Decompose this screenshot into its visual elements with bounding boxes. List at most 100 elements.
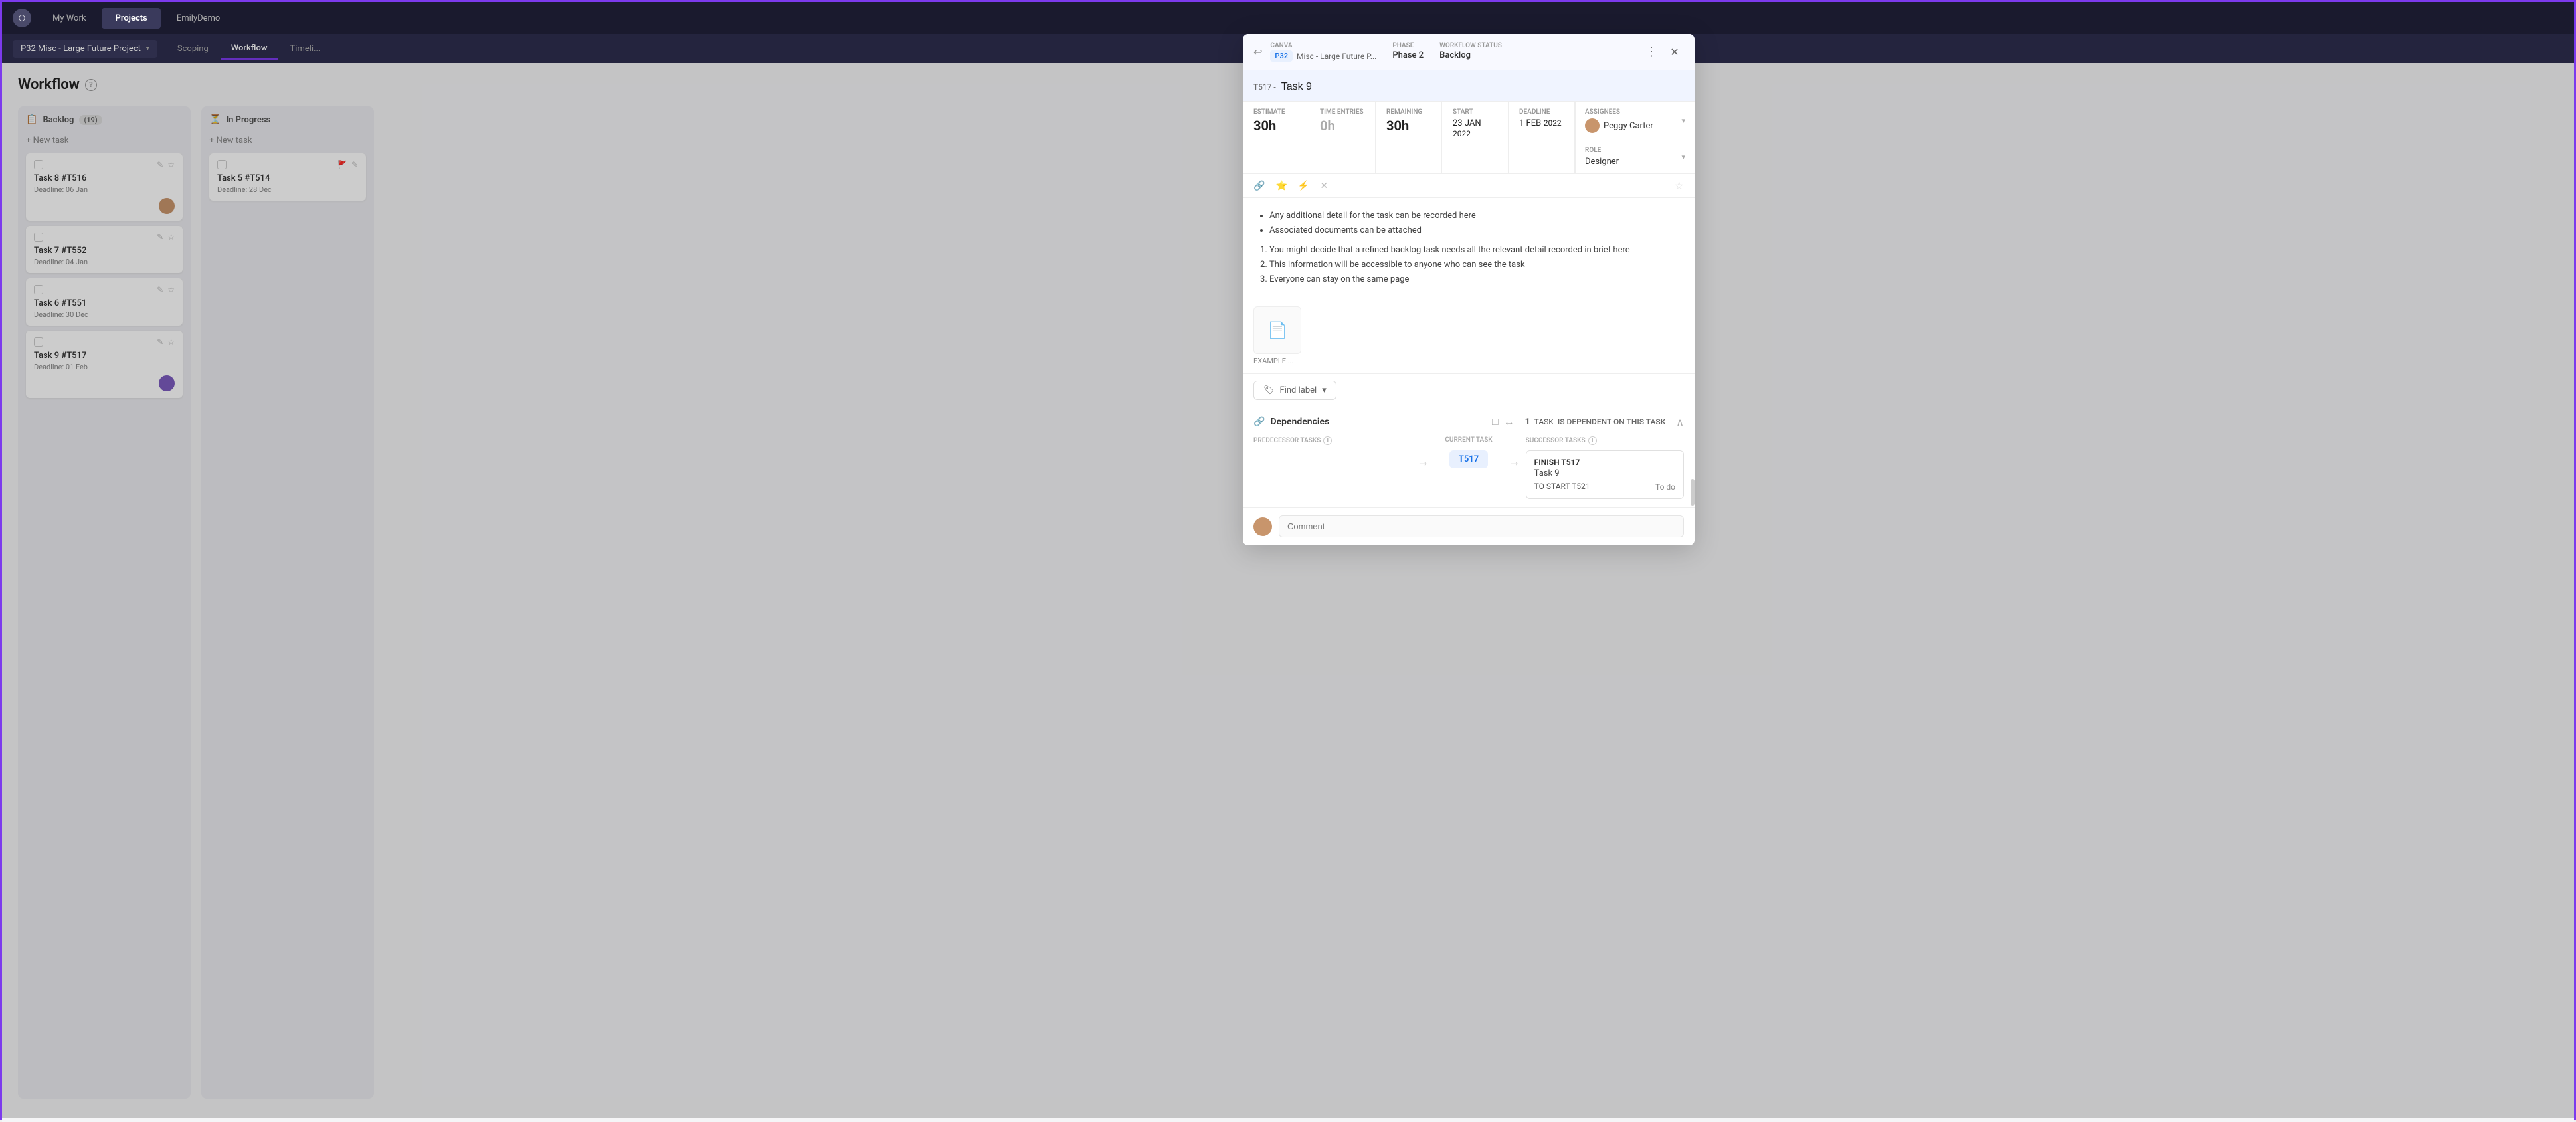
assignee-label: ASSIGNEES [1585, 108, 1653, 116]
workflow-status-label: WORKFLOW STATUS [1439, 42, 1502, 49]
dep-is-dependent-label: IS DEPENDENT ON THIS TASK [1558, 417, 1665, 426]
dep-current-col: CURRENT TASK T517 [1434, 436, 1503, 468]
stat-estimate: ESTIMATE 30h [1243, 102, 1309, 173]
stat-start-date-bold: 23 JAN [1453, 118, 1481, 128]
successor-relation: TO START T521 [1534, 482, 1590, 491]
attachment-section: 📄 EXAMPLE ... [1243, 298, 1695, 374]
header-field-phase: PHASE Phase 2 [1392, 42, 1424, 62]
stat-remaining-value: 30h [1386, 118, 1431, 134]
attachment-icon: 📄 [1267, 321, 1287, 339]
dep-predecessor-col: PREDECESSOR TASKS i [1253, 436, 1412, 450]
task-title-input[interactable] [1281, 78, 1684, 96]
p32-badge: P32 [1270, 50, 1293, 62]
assignee-block: ASSIGNEES Peggy Carter ▾ [1576, 102, 1695, 140]
desc-item-3: Everyone can stay on the same page [1269, 272, 1681, 287]
dep-add-icons: □ ↔ [1492, 415, 1515, 428]
action-bar: 🔗 ⭐ ⚡ ✕ ☆ [1243, 174, 1695, 198]
dep-header: 🔗 Dependencies □ ↔ 1 TASK IS DEPENDENT O… [1253, 415, 1684, 428]
assignee-value: Peggy Carter [1585, 118, 1653, 133]
action-icon-star[interactable]: ⭐ [1275, 181, 1287, 191]
dep-title: 🔗 Dependencies [1253, 417, 1329, 427]
description-text: Any additional detail for the task can b… [1256, 209, 1681, 287]
task-id-badge: T517 - [1253, 82, 1276, 92]
logo-icon: ⬡ [19, 13, 25, 23]
action-bar-favorite[interactable]: ☆ [1675, 179, 1684, 192]
role-label: ROLE [1585, 147, 1619, 154]
stat-time-entries: TIME ENTRIES 0h [1309, 102, 1376, 173]
task-title-row: T517 - [1243, 70, 1695, 102]
action-icon-bolt[interactable]: ⚡ [1298, 181, 1309, 191]
modal-header-left: ↩ CANVA P32 Misc - Large Future P... PHA… [1253, 42, 1502, 62]
stats-assignee-wrapper: ESTIMATE 30h TIME ENTRIES 0h REMAINING 3… [1243, 102, 1695, 174]
role-block: ROLE Designer ▾ [1576, 140, 1695, 173]
desc-item-1: You might decide that a refined backlog … [1269, 243, 1681, 258]
stat-start-year: 2022 [1453, 129, 1471, 138]
successor-card[interactable]: FINISH T517 Task 9 TO START T521 To do [1526, 450, 1684, 499]
action-icon-close[interactable]: ✕ [1320, 181, 1328, 191]
desc-bullet-2: Associated documents can be attached [1269, 223, 1681, 238]
successor-label: SUCCESSOR TASKS i [1526, 436, 1684, 445]
stat-estimate-value: 30h [1253, 118, 1298, 134]
nav-logo[interactable]: ⬡ [13, 9, 31, 27]
stat-time-entries-label: TIME ENTRIES [1320, 108, 1364, 116]
top-nav: ⬡ My Work Projects EmilyDemo [2, 2, 2574, 34]
stat-deadline-label: DEADLINE [1519, 108, 1564, 116]
modal-header: ↩ CANVA P32 Misc - Large Future P... PHA… [1243, 34, 1695, 70]
task-modal: ↩ CANVA P32 Misc - Large Future P... PHA… [1243, 34, 1695, 545]
assignee-name: Peggy Carter [1604, 121, 1653, 131]
action-icon-link[interactable]: 🔗 [1253, 181, 1265, 191]
app-container: ⬡ My Work Projects EmilyDemo P32 Misc - … [0, 0, 2576, 1120]
dep-columns: PREDECESSOR TASKS i → CURRENT TASK T517 … [1253, 436, 1684, 499]
dep-arrow-right: → [1503, 455, 1526, 469]
tab-my-work[interactable]: My Work [39, 8, 99, 29]
successor-finish-text: FINISH T517 [1534, 458, 1675, 467]
header-field-canva: CANVA P32 Misc - Large Future P... [1270, 42, 1376, 62]
predecessor-info-icon[interactable]: i [1323, 436, 1332, 445]
project-name-label: Misc - Large Future P... [1297, 52, 1376, 61]
dep-count-num: 1 [1525, 417, 1530, 427]
dep-arrow-left: → [1412, 455, 1434, 469]
find-label-button[interactable]: 🏷 Find label ▾ [1253, 381, 1336, 400]
dep-task-label: TASK [1534, 417, 1554, 426]
comment-section [1243, 508, 1695, 545]
tab-projects[interactable]: Projects [102, 8, 160, 29]
label-tag-icon: 🏷 [1263, 385, 1275, 395]
modal-back-icon[interactable]: ↩ [1253, 46, 1262, 58]
dep-title-text: Dependencies [1270, 417, 1329, 427]
labels-section: 🏷 Find label ▾ [1243, 374, 1695, 407]
phase-label: PHASE [1392, 42, 1424, 49]
assignee-dropdown-chevron[interactable]: ▾ [1681, 116, 1685, 125]
find-label-text: Find label [1280, 385, 1317, 395]
modal-close-button[interactable]: ✕ [1665, 43, 1684, 61]
stat-start-label: START [1453, 108, 1497, 116]
description-area: Any additional detail for the task can b… [1243, 198, 1695, 298]
workflow-status-value: Backlog [1439, 50, 1502, 60]
tab-emily-demo[interactable]: EmilyDemo [163, 8, 234, 29]
action-bar-left: 🔗 ⭐ ⚡ ✕ [1253, 181, 1328, 191]
stat-remaining: REMAINING 30h [1376, 102, 1442, 173]
successor-task-name: Task 9 [1534, 468, 1675, 478]
scrollbar-thumb[interactable] [1691, 479, 1695, 506]
right-panel: ASSIGNEES Peggy Carter ▾ ROLE Designer ▾ [1575, 102, 1695, 173]
role-dropdown-chevron[interactable]: ▾ [1681, 153, 1685, 161]
stat-deadline-value: 1 FEB 2022 [1519, 118, 1564, 128]
desc-item-2: This information will be accessible to a… [1269, 258, 1681, 272]
dep-add-predecessor-icon[interactable]: □ [1492, 415, 1499, 428]
predecessor-label: PREDECESSOR TASKS i [1253, 436, 1412, 445]
comment-avatar [1253, 517, 1272, 536]
comment-input[interactable] [1279, 515, 1684, 537]
dep-link-icon: 🔗 [1253, 417, 1265, 427]
dep-successor-col: SUCCESSOR TASKS i FINISH T517 Task 9 TO … [1526, 436, 1684, 499]
attachment-thumb[interactable]: 📄 [1253, 306, 1301, 354]
canva-tag: P32 Misc - Large Future P... [1270, 50, 1376, 62]
successor-status: To do [1655, 482, 1675, 492]
stat-deadline-year: 2022 [1544, 118, 1562, 128]
dep-collapse-button[interactable]: ∧ [1676, 416, 1684, 428]
phase-value: Phase 2 [1392, 50, 1424, 60]
stat-deadline-date-bold: 1 FEB [1519, 118, 1541, 128]
dep-add-successor-icon[interactable]: ↔ [1504, 415, 1515, 428]
find-label-chevron: ▾ [1322, 385, 1327, 395]
stats-left: ESTIMATE 30h TIME ENTRIES 0h REMAINING 3… [1243, 102, 1575, 173]
successor-info-icon[interactable]: i [1588, 436, 1597, 445]
modal-more-button[interactable]: ⋮ [1643, 43, 1660, 62]
